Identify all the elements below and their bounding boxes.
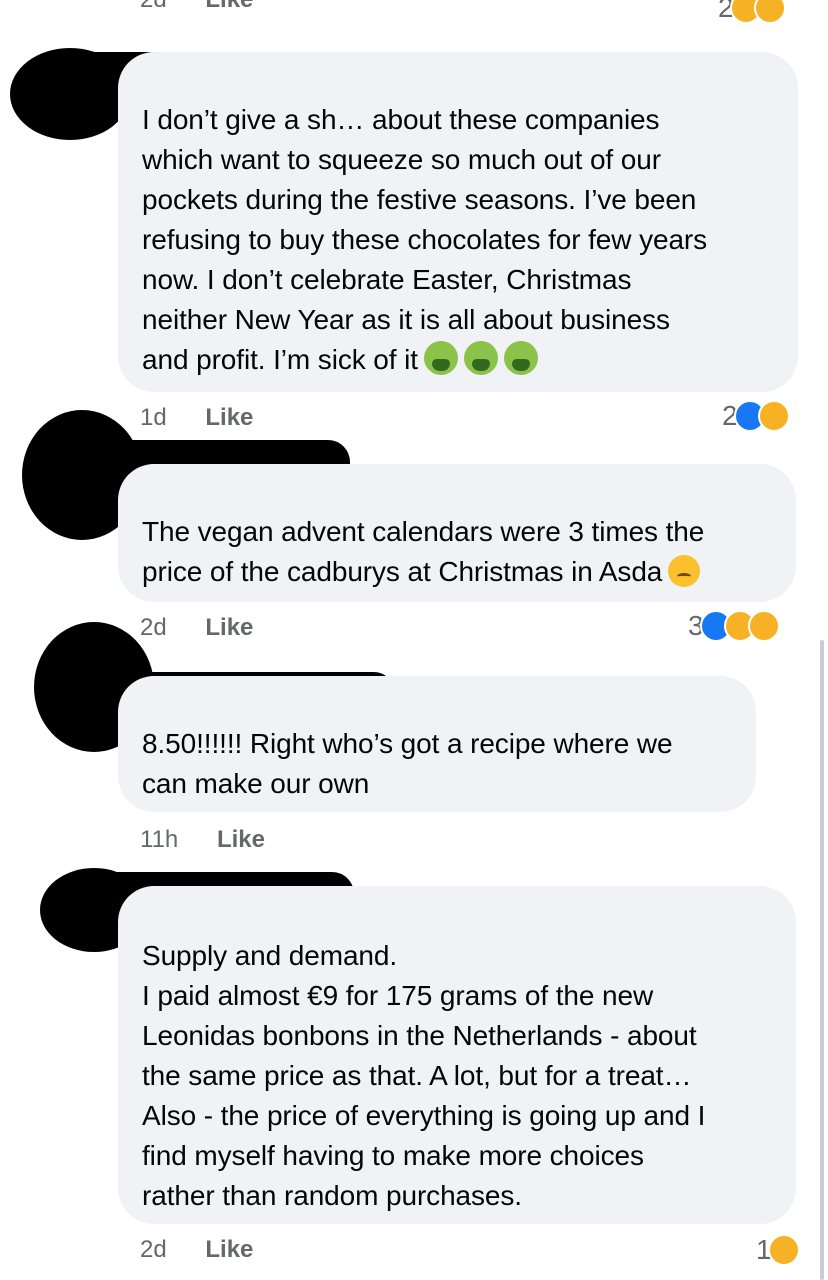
comment-text: Supply and demand. I paid almost €9 for …	[142, 940, 706, 1211]
comment-text: 8.50!!!!!! Right who’s got a recipe wher…	[142, 728, 673, 799]
comment-text: I don’t give a sh… about these companies…	[142, 104, 708, 375]
like-link[interactable]: Like	[205, 1236, 253, 1264]
scrollbar[interactable]	[820, 640, 824, 1280]
reaction-summary[interactable]: 3	[688, 606, 780, 646]
comment-bubble: Supply and demand. I paid almost €9 for …	[118, 886, 796, 1224]
nauseated-face-icon	[463, 341, 498, 375]
comment-bubble: I don’t give a sh… about these companies…	[118, 52, 798, 392]
comment-timestamp: 2d	[140, 1236, 167, 1263]
sad-icon	[753, 0, 786, 24]
comment-timestamp: 2d	[140, 0, 167, 14]
comment-meta: 1d Like	[140, 404, 253, 432]
comment-text: The vegan advent calendars were 3 times …	[142, 516, 705, 587]
nauseated-face-icon	[423, 341, 458, 375]
nauseated-face-icon	[503, 341, 538, 375]
comment-meta: 2d Like	[140, 0, 253, 14]
like-link[interactable]: Like	[217, 826, 265, 854]
like-link[interactable]: Like	[205, 0, 253, 14]
comment-meta: 11h Like	[140, 826, 265, 854]
comment-timestamp: 2d	[140, 614, 167, 641]
like-link[interactable]: Like	[205, 404, 253, 432]
reaction-summary[interactable]: 2	[718, 0, 786, 28]
reaction-summary[interactable]: 1	[756, 1230, 800, 1270]
sad-icon	[747, 610, 780, 642]
comment-timestamp: 1d	[140, 404, 167, 431]
disappointed-face-icon	[668, 555, 701, 587]
comment-meta: 2d Like	[140, 1236, 253, 1264]
like-link[interactable]: Like	[205, 614, 253, 642]
comment-meta: 2d Like	[140, 614, 253, 642]
sad-icon	[767, 1234, 800, 1266]
care-icon	[757, 400, 790, 432]
comment-bubble: 8.50!!!!!! Right who’s got a recipe wher…	[118, 676, 756, 812]
comment-bubble: The vegan advent calendars were 3 times …	[118, 464, 796, 602]
comment-timestamp: 11h	[140, 826, 179, 853]
reaction-summary[interactable]: 2	[722, 396, 790, 436]
